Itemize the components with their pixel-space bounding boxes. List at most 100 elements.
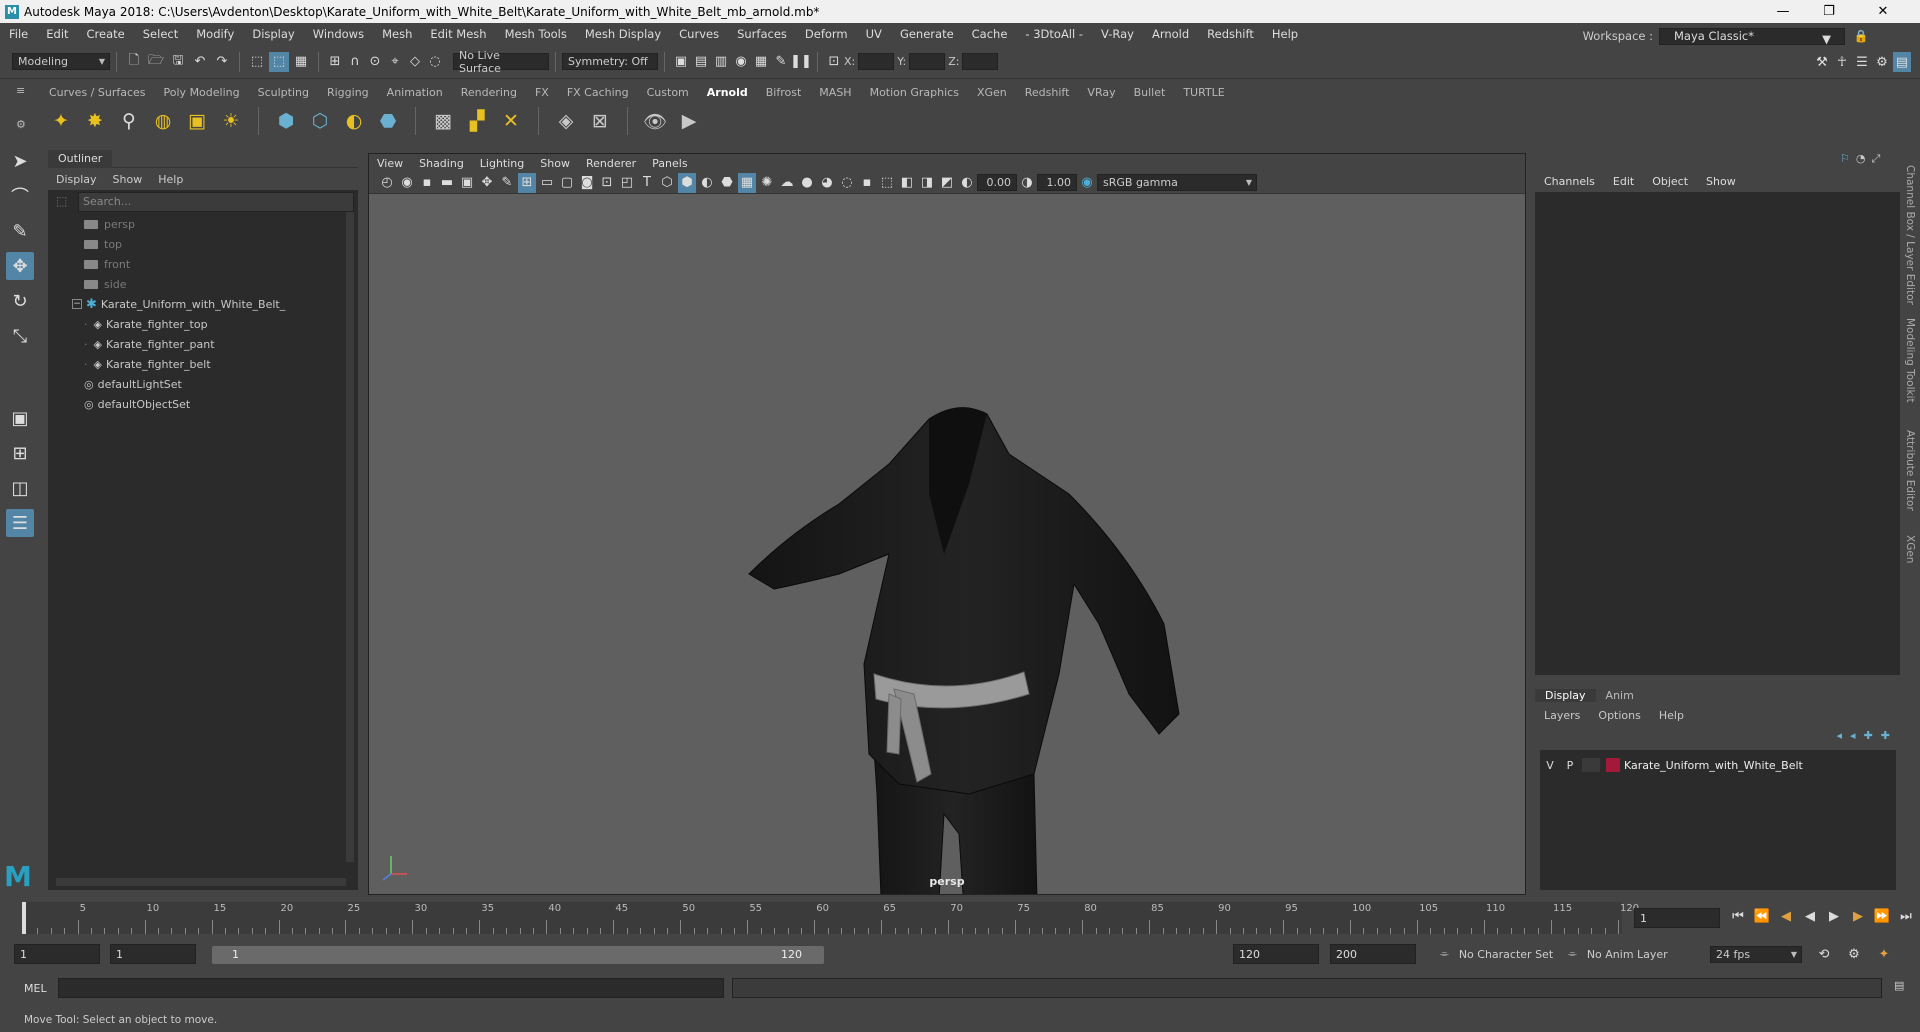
gamma-input[interactable]: 1.00 (1037, 174, 1077, 191)
range-slider[interactable]: 1 120 (212, 946, 824, 964)
save-scene-icon[interactable]: 🖫 (168, 52, 188, 72)
scale-tool-icon[interactable]: ⤡ (6, 322, 34, 350)
script-editor-icon[interactable]: ▤ (1894, 979, 1904, 992)
redo-icon[interactable]: ↷ (212, 52, 232, 72)
tab-mash[interactable]: MASH (810, 86, 860, 99)
tab-turtle[interactable]: TURTLE (1174, 86, 1233, 99)
select-hierarchy-icon[interactable]: ⬚ (247, 52, 267, 72)
tree-item-persp[interactable]: persp (72, 214, 358, 234)
tab-motion-graphics[interactable]: Motion Graphics (861, 86, 968, 99)
viewport-menu-lighting[interactable]: Lighting (480, 157, 524, 170)
safe-action-icon[interactable]: ◰ (618, 173, 636, 193)
field-chart-icon[interactable]: ⊡ (598, 173, 616, 193)
mesh-light-icon[interactable]: ✸ (81, 107, 109, 135)
xray-icon[interactable]: ◧ (898, 173, 916, 193)
menu-edit-mesh[interactable]: Edit Mesh (430, 27, 486, 41)
resolution-gate-icon[interactable]: ▢ (558, 173, 576, 193)
preview-icon[interactable]: 👁 (641, 107, 669, 135)
tree-item-light-set[interactable]: ◎ defaultLightSet (72, 374, 358, 394)
play-render-icon[interactable]: ▶ (675, 107, 703, 135)
menu-cache[interactable]: Cache (972, 27, 1008, 41)
camera-attributes-icon[interactable]: ▪ (418, 173, 436, 193)
image-plane-icon[interactable]: ▣ (458, 173, 476, 193)
step-forward-icon[interactable]: ⏩ (1873, 906, 1891, 926)
tab-fx[interactable]: FX (526, 86, 558, 99)
viewport-panel[interactable]: View Shading Lighting Show Renderer Pane… (368, 153, 1526, 895)
channelbox-key-icon[interactable]: ⚐ (1840, 152, 1850, 166)
menu-redshift[interactable]: Redshift (1207, 27, 1254, 41)
render-history-icon[interactable]: ▣ (672, 52, 690, 72)
layer-color-swatch[interactable] (1606, 758, 1620, 772)
mode-dropdown[interactable]: Modeling ▼ (12, 53, 110, 70)
menu-vray[interactable]: V-Ray (1101, 27, 1134, 41)
tab-sculpting[interactable]: Sculpting (249, 86, 318, 99)
side-tab-attribute-editor[interactable]: Attribute Editor (1904, 430, 1916, 511)
wireframe-icon[interactable]: ⬡ (658, 173, 676, 193)
two-pane-layout-icon[interactable]: ◫ (6, 474, 34, 502)
outliner-menu-help[interactable]: Help (158, 173, 183, 186)
modeling-toolkit-icon[interactable]: ⚒ (1813, 52, 1831, 72)
new-scene-icon[interactable]: 🗋 (124, 52, 144, 72)
tab-redshift[interactable]: Redshift (1016, 86, 1079, 99)
textured-icon[interactable]: ▦ (738, 172, 756, 193)
go-to-end-icon[interactable]: ⏭ (1897, 906, 1915, 926)
wireframe-on-shaded-icon[interactable]: ⬣ (718, 173, 736, 193)
channelbox-expand-icon[interactable]: ⤢ (1871, 152, 1880, 166)
rotate-tool-icon[interactable]: ↻ (6, 287, 34, 315)
isolate-select-icon[interactable]: ⬚ (878, 173, 896, 193)
tab-custom[interactable]: Custom (638, 86, 698, 99)
select-object-icon[interactable]: ⬚ (269, 51, 289, 72)
shelf-menu-icon[interactable]: ≡ (16, 84, 30, 98)
channelbox-menu-object[interactable]: Object (1652, 175, 1688, 188)
tab-arnold[interactable]: Arnold (698, 86, 757, 99)
menu-mesh-tools[interactable]: Mesh Tools (505, 27, 567, 41)
layer-playback-toggle[interactable]: P (1560, 759, 1580, 772)
menu-mesh-display[interactable]: Mesh Display (585, 27, 661, 41)
side-tab-modeling-toolkit[interactable]: Modeling Toolkit (1904, 318, 1916, 403)
new-empty-layer-icon[interactable]: ✚ (1864, 729, 1873, 742)
snap-curve-icon[interactable]: ∩ (346, 52, 364, 72)
gate-mask-icon[interactable]: ◙ (578, 173, 596, 193)
undo-icon[interactable]: ↶ (190, 52, 210, 72)
ipr-render-icon[interactable]: ▥ (712, 52, 730, 72)
skydome-light-icon[interactable]: ◍ (149, 107, 177, 135)
tab-fx-caching[interactable]: FX Caching (558, 86, 638, 99)
transform-icon[interactable]: ⊡ (825, 52, 843, 72)
symmetry-dropdown[interactable]: Symmetry: Off (562, 53, 658, 70)
create-standin-icon[interactable]: ⬢ (272, 107, 300, 135)
filter-icon[interactable]: ⬚ (56, 194, 67, 208)
viewport-menu-renderer[interactable]: Renderer (586, 157, 636, 170)
menu-mesh[interactable]: Mesh (382, 27, 412, 41)
layer-visibility-toggle[interactable]: V (1540, 759, 1560, 772)
safe-title-icon[interactable]: T (638, 173, 656, 193)
tree-item-front[interactable]: front (72, 254, 358, 274)
snap-grid-icon[interactable]: ⊞ (326, 52, 344, 72)
playback-start-input[interactable]: 1 (110, 944, 196, 964)
tab-curves-surfaces[interactable]: Curves / Surfaces (40, 86, 155, 99)
channelbox-menu-channels[interactable]: Channels (1544, 175, 1595, 188)
snap-view-icon[interactable]: ⌖ (386, 52, 404, 72)
side-tab-xgen[interactable]: XGen (1904, 535, 1916, 563)
workspace-dropdown[interactable]: Maya Classic* ▼ (1659, 27, 1845, 46)
playback-end-input[interactable]: 120 (1233, 944, 1319, 964)
x-input[interactable] (858, 53, 895, 70)
menu-arnold[interactable]: Arnold (1152, 27, 1189, 41)
auto-key-icon[interactable]: ⚙ (1845, 944, 1863, 964)
viewport-scene[interactable] (369, 194, 1525, 894)
channelbox-menu-edit[interactable]: Edit (1613, 175, 1634, 188)
viewport-menu-show[interactable]: Show (540, 157, 570, 170)
outliner-horizontal-scrollbar[interactable] (56, 878, 346, 886)
menu-deform[interactable]: Deform (805, 27, 848, 41)
tree-item-group[interactable]: − ✱ Karate_Uniform_with_White_Belt_ (72, 294, 358, 314)
export-standin-icon[interactable]: ⬡ (306, 107, 334, 135)
outliner-menu-show[interactable]: Show (113, 173, 143, 186)
fps-dropdown[interactable]: 24 fps ▼ (1710, 946, 1802, 963)
open-scene-icon[interactable]: 🗁 (146, 52, 166, 72)
play-backwards-icon[interactable]: ◀ (1801, 906, 1819, 926)
render-view-icon[interactable]: ✎ (772, 52, 790, 72)
layer-name[interactable]: Karate_Uniform_with_White_Belt (1624, 759, 1803, 772)
flush-textures-icon[interactable]: ▞ (463, 107, 491, 135)
character-set-selector[interactable]: ⌯ No Character Set (1440, 947, 1553, 961)
command-input[interactable] (58, 978, 724, 998)
menu-surfaces[interactable]: Surfaces (737, 27, 787, 41)
